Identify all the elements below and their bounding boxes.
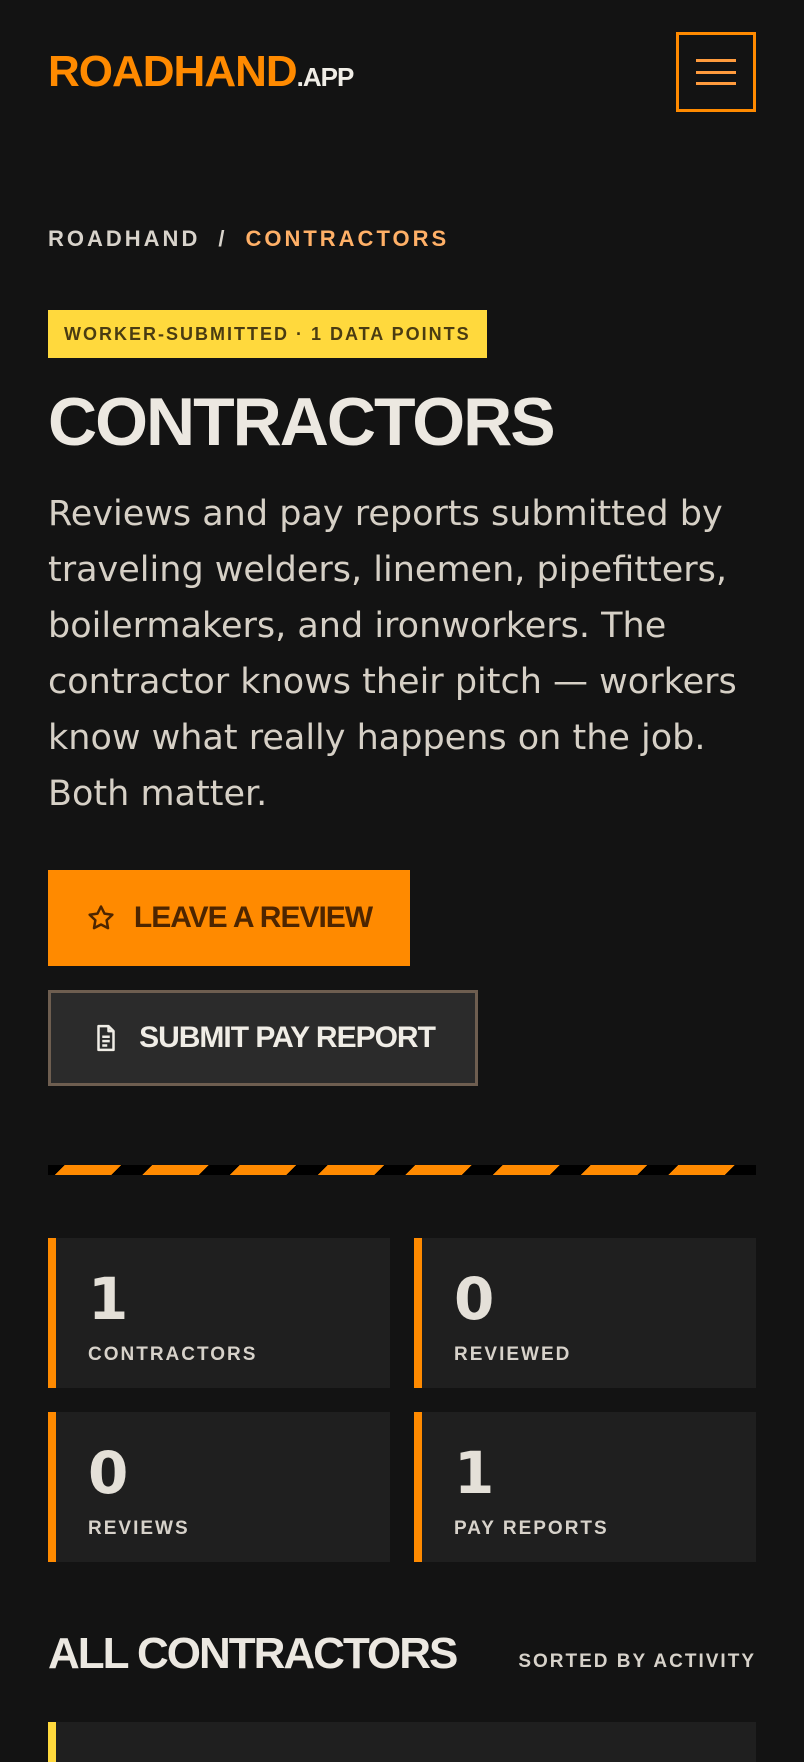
stat-value: 1: [454, 1439, 495, 1507]
document-icon: [97, 1024, 115, 1052]
stat-value: 0: [88, 1439, 129, 1507]
stat-card-contractors: 1 CONTRACTORS: [48, 1238, 390, 1388]
logo-main-text: ROADHAND: [48, 47, 298, 96]
submit-pay-report-button[interactable]: SUBMIT PAY REPORT: [48, 990, 478, 1086]
breadcrumb-current: CONTRACTORS: [245, 226, 450, 251]
page-title: CONTRACTORS: [48, 384, 556, 460]
hamburger-menu-icon: [696, 59, 736, 85]
worker-submitted-badge: WORKER-SUBMITTED · 1 DATA POINTS: [48, 310, 487, 358]
stat-label: REVIEWS: [88, 1518, 190, 1539]
sort-indicator: SORTED BY ACTIVITY: [518, 1651, 756, 1672]
leave-review-button[interactable]: LEAVE A REVIEW: [48, 870, 410, 966]
site-logo[interactable]: ROADHAND .APP: [48, 47, 355, 96]
stat-card-reviewed: 0 REVIEWED: [414, 1238, 756, 1388]
menu-button[interactable]: [676, 32, 756, 112]
stat-value: 1: [88, 1265, 129, 1333]
stat-label: REVIEWED: [454, 1344, 572, 1365]
breadcrumb-home-link[interactable]: ROADHAND: [48, 226, 200, 252]
section-title: ALL CONTRACTORS: [48, 1629, 458, 1678]
star-outline-icon: [88, 905, 114, 930]
stat-card-reviews: 0 REVIEWS: [48, 1412, 390, 1562]
leave-review-label: LEAVE A REVIEW: [133, 901, 373, 934]
contractor-list-item[interactable]: [48, 1722, 756, 1762]
stat-label: CONTRACTORS: [88, 1344, 258, 1365]
hazard-stripe-divider: [48, 1165, 756, 1175]
stat-value: 0: [454, 1265, 495, 1333]
submit-pay-report-label: SUBMIT PAY REPORT: [139, 1021, 436, 1054]
site-header: ROADHAND .APP: [48, 32, 756, 112]
all-contractors-header: ALL CONTRACTORS SORTED BY ACTIVITY: [48, 1632, 756, 1676]
contractors-page: ROADHAND .APP ROADHAND / CONTRACTORS WOR…: [0, 0, 804, 1762]
stat-label: PAY REPORTS: [454, 1518, 609, 1539]
stat-card-pay-reports: 1 PAY REPORTS: [414, 1412, 756, 1562]
logo-suffix-text: .APP: [296, 62, 355, 92]
breadcrumb: ROADHAND / CONTRACTORS: [48, 226, 449, 252]
page-description: Reviews and pay reports submitted by tra…: [48, 494, 737, 814]
stats-grid: 1 CONTRACTORS 0 REVIEWED 0 REVIEWS 1 PAY…: [48, 1238, 756, 1562]
breadcrumb-separator: /: [218, 226, 228, 251]
